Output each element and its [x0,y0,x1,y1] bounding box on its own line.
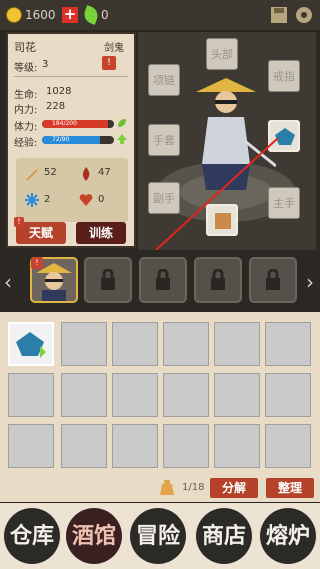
inventory-cell[interactable] [163,373,209,417]
inventory-cell[interactable] [61,424,107,468]
train-button[interactable]: 训练 [76,222,126,244]
heart-icon [79,194,93,206]
gold-coin-icon [6,7,22,23]
stat-fire-value: 47 [98,167,111,178]
lock-icon [156,269,170,290]
bag-icon [160,480,174,495]
inventory-cell[interactable] [214,322,260,366]
lock-icon [101,269,115,290]
hero-class: 剑鬼 [104,43,124,54]
hero-info-panel: 司花 剑鬼 等级: 3 ! 生命: 1028 内力: 228 体力: 184/2… [6,32,136,248]
disassemble-button[interactable]: 分解 [210,478,258,498]
inventory-cell[interactable] [214,373,260,417]
top-bar: 1600 + 0 [0,0,320,30]
nav-adventure[interactable]: 冒险 [130,508,186,564]
character-scene: 头部 戒指 项链 手套 副手 主手 [138,32,316,250]
inventory-cell[interactable] [112,322,158,366]
level-up-alert-icon[interactable]: ! [102,56,116,70]
stamina-text: 184/200 [52,120,77,127]
talent-alert-icon: ! [14,217,24,227]
fire-icon [82,167,90,181]
inventory-cell[interactable] [61,373,107,417]
green-count: 0 [101,8,109,22]
inventory-cell-armor[interactable] [8,322,54,366]
hero-card-alert-icon: ! [31,257,43,269]
lock-icon [266,269,280,290]
armor-item-icon [16,332,46,358]
left-arrow-icon[interactable]: ‹ [4,270,12,294]
locked-hero-slot[interactable] [139,257,187,303]
mp-label: 内力: [14,105,38,116]
level-label: 等级: [14,63,38,74]
nav-warehouse[interactable]: 仓库 [4,508,60,564]
sword-icon [26,168,38,180]
mp-value: 228 [46,101,66,112]
inventory-cell[interactable] [265,322,311,366]
level-value: 3 [42,59,49,70]
inventory-cell[interactable] [163,424,209,468]
hp-label: 生命: [14,90,38,101]
inventory-cell[interactable] [61,322,107,366]
stamina-label: 体力: [14,122,38,133]
locked-hero-slot[interactable] [84,257,132,303]
lock-icon [211,269,225,290]
organize-button[interactable]: 整理 [266,478,314,498]
inventory-cell[interactable] [265,373,311,417]
hp-value: 1028 [46,86,72,97]
stat-ice-value: 2 [44,194,51,205]
gold-resource: 1600 [6,6,56,24]
stats-box: 52 47 2 0 [16,158,128,222]
exp-text: 72/90 [52,136,70,143]
inventory-cell[interactable] [163,322,209,366]
inventory-cell[interactable] [112,424,158,468]
divider [14,76,128,77]
green-resource: 0 [81,5,109,25]
locked-hero-slot[interactable] [249,257,297,303]
arrow-up-icon [117,134,127,144]
settings-gear-icon[interactable] [294,5,314,25]
hero-name: 司花 [14,41,36,54]
inventory-cell[interactable] [112,373,158,417]
stat-attack-value: 52 [44,167,57,178]
red-guide-line [155,137,279,250]
inventory-cell[interactable] [214,424,260,468]
stat-heart-value: 0 [98,194,105,205]
inventory-cell[interactable] [8,424,54,468]
feather-icon [81,5,101,25]
plus-icon[interactable]: + [62,7,78,23]
snowflake-icon [25,193,39,207]
inventory-cell[interactable] [8,373,54,417]
nav-furnace[interactable]: 熔炉 [260,508,316,564]
exp-label: 经验: [14,138,38,149]
leaf-icon [118,119,126,127]
right-arrow-icon[interactable]: › [306,270,314,294]
red-resource[interactable]: + [62,6,78,24]
nav-shop[interactable]: 商店 [196,508,252,564]
inventory-cell[interactable] [265,424,311,468]
exp-fill [42,136,100,144]
gold-count: 1600 [25,8,56,22]
save-icon[interactable] [269,5,289,25]
locked-hero-slot[interactable] [194,257,242,303]
bag-capacity: 1/18 [182,482,205,493]
nav-tavern[interactable]: 酒馆 [66,508,122,564]
